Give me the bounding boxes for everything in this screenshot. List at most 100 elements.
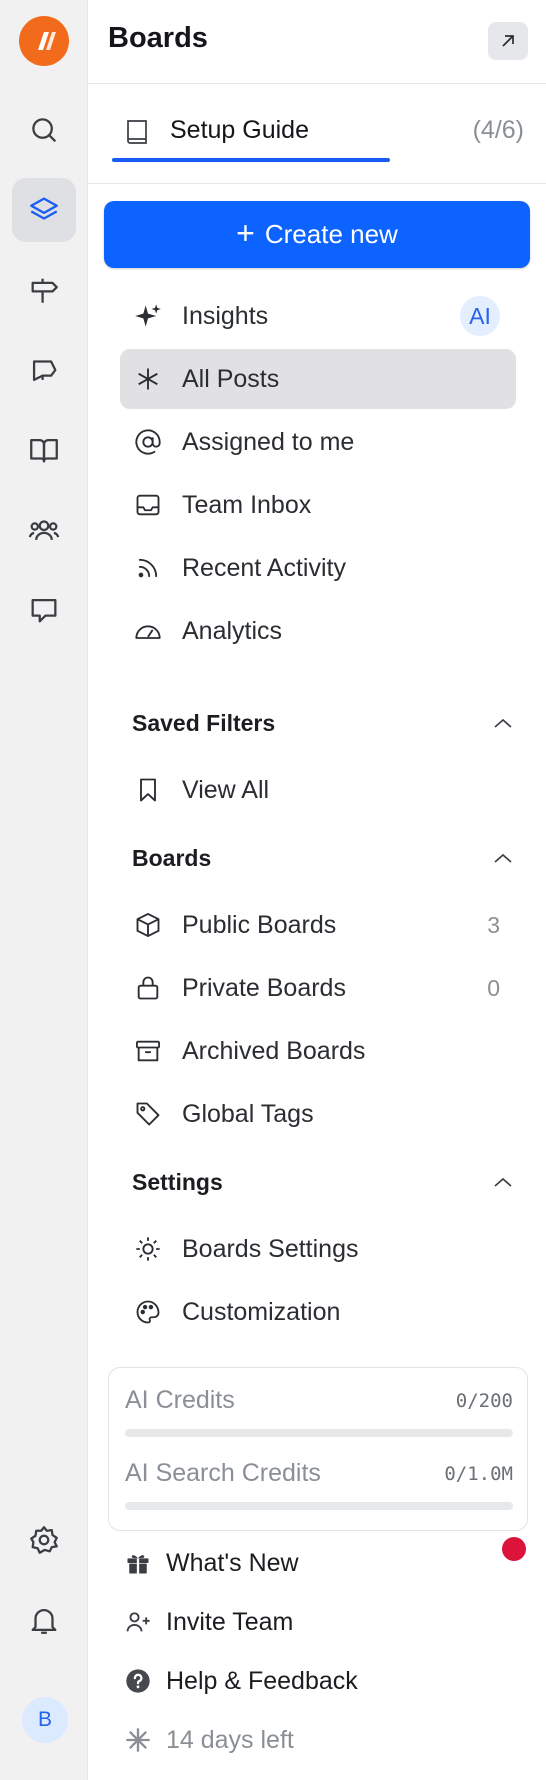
credit-progress-bar [125,1502,513,1510]
asterisk-icon [138,368,158,390]
setup-guide[interactable]: Setup Guide (4/6) [88,84,546,184]
section-title: Settings [132,1168,223,1195]
gauge-icon [135,625,161,639]
nav-item-archived-boards[interactable]: Archived Boards [120,1021,516,1081]
nav-item-public-boards[interactable]: Public Boards 3 [120,895,516,955]
credit-value: 0/200 [455,1390,513,1412]
saved-filter-view-all[interactable]: View All [120,760,516,820]
user-avatar[interactable]: B [22,1697,68,1743]
gift-icon [127,1555,149,1574]
nav-item-label: View All [182,775,270,804]
footer-item-label: Help & Feedback [166,1666,358,1695]
footer-item-label: Invite Team [166,1607,294,1636]
chevron-up-icon [494,853,512,863]
message-square-icon [31,598,57,623]
logo-icon [38,32,56,50]
open-external-button[interactable] [488,22,528,60]
nav-item-label: Boards Settings [182,1234,359,1263]
arrow-up-right-icon [502,35,514,47]
credit-progress-bar [125,1429,513,1437]
asterisk-icon [126,1728,150,1752]
nav-item-team-inbox[interactable]: Team Inbox [120,475,516,535]
help-icon [126,1669,150,1693]
section-title: Boards [132,844,212,871]
whats-new-button[interactable]: What's New [118,1538,518,1588]
signpost-icon [31,278,58,303]
nav-item-label: Recent Activity [182,553,346,582]
book-open-icon [30,438,58,463]
trial-status[interactable]: 14 days left [118,1715,518,1765]
ai-badge: AI [460,296,500,336]
setup-guide-progress: (4/6) [472,116,524,144]
layers-icon [30,197,58,220]
megaphone-icon [32,360,57,382]
setup-guide-progress-bar [112,158,390,162]
nav-item-label: All Posts [182,364,280,393]
gear-icon [30,1526,58,1554]
sparkles-icon [135,304,161,327]
nav-item-recent-activity[interactable]: Recent Activity [120,538,516,598]
rail-announcements-button[interactable] [12,338,76,402]
plus-icon: + [236,215,255,251]
nav-item-all-posts[interactable]: All Posts [120,349,516,409]
at-sign-icon [135,429,161,455]
section-title: Saved Filters [132,709,276,736]
rail-notifications-button[interactable] [12,1588,76,1652]
nav-item-label: Assigned to me [182,427,355,456]
panel-header: Boards [88,0,546,84]
rail-users-button[interactable] [12,498,76,562]
credit-label: AI Credits [125,1386,235,1414]
archive-icon [135,1040,161,1062]
saved-filters-section-header[interactable]: Saved Filters [132,703,514,743]
tag-icon [136,1102,160,1126]
page-title: Boards [108,22,208,54]
nav-item-label: Archived Boards [182,1036,366,1065]
rail-roadmap-button[interactable] [12,258,76,322]
footer-item-label: 14 days left [166,1725,294,1754]
rail-messages-button[interactable] [12,578,76,642]
bell-icon [31,1609,57,1634]
create-new-button[interactable]: + Create new [104,201,530,268]
icon-rail: B [0,0,88,1780]
rail-search-button[interactable] [12,98,76,162]
nav-item-boards-settings[interactable]: Boards Settings [120,1219,516,1279]
gear-icon [136,1237,160,1261]
ai-credits: AI Credits 0/200 [125,1386,513,1437]
book-icon [127,120,147,144]
item-count: 3 [487,911,500,938]
invite-team-button[interactable]: Invite Team [118,1597,518,1647]
nav-item-label: Team Inbox [182,490,312,519]
app-logo[interactable] [19,16,69,66]
chevron-up-icon [494,1177,512,1187]
nav-item-customization[interactable]: Customization [120,1282,516,1342]
footer-item-label: What's New [166,1548,299,1577]
search-icon [32,118,57,143]
nav-item-insights[interactable]: Insights AI [120,286,516,346]
help-feedback-button[interactable]: Help & Feedback [118,1656,518,1706]
nav-item-assigned-to-me[interactable]: Assigned to me [120,412,516,472]
users-icon [28,520,60,541]
credit-value: 0/1.0M [444,1463,513,1485]
rail-settings-button[interactable] [12,1508,76,1572]
ai-search-credits: AI Search Credits 0/1.0M [125,1459,513,1510]
rss-icon [138,558,158,578]
boards-section-header[interactable]: Boards [132,838,514,878]
bookmark-icon [140,778,156,802]
palette-icon [136,1300,160,1324]
nav-item-private-boards[interactable]: Private Boards 0 [120,958,516,1018]
chevron-up-icon [494,718,512,728]
nav-item-label: Public Boards [182,910,337,939]
nav-item-label: Insights [182,301,269,330]
inbox-icon [136,494,160,516]
nav-item-label: Global Tags [182,1099,314,1128]
nav-item-global-tags[interactable]: Global Tags [120,1084,516,1144]
boards-panel: Boards Setup Guide (4/6) + Create new In… [88,0,546,1780]
rail-knowledge-base-button[interactable] [12,418,76,482]
nav-item-label: Customization [182,1297,341,1326]
setup-guide-label: Setup Guide [170,116,309,144]
rail-boards-button[interactable] [12,178,76,242]
nav-item-label: Analytics [182,616,283,645]
credits-card: AI Credits 0/200 AI Search Credits 0/1.0… [108,1367,528,1531]
settings-section-header[interactable]: Settings [132,1162,514,1202]
nav-item-analytics[interactable]: Analytics [120,601,516,661]
